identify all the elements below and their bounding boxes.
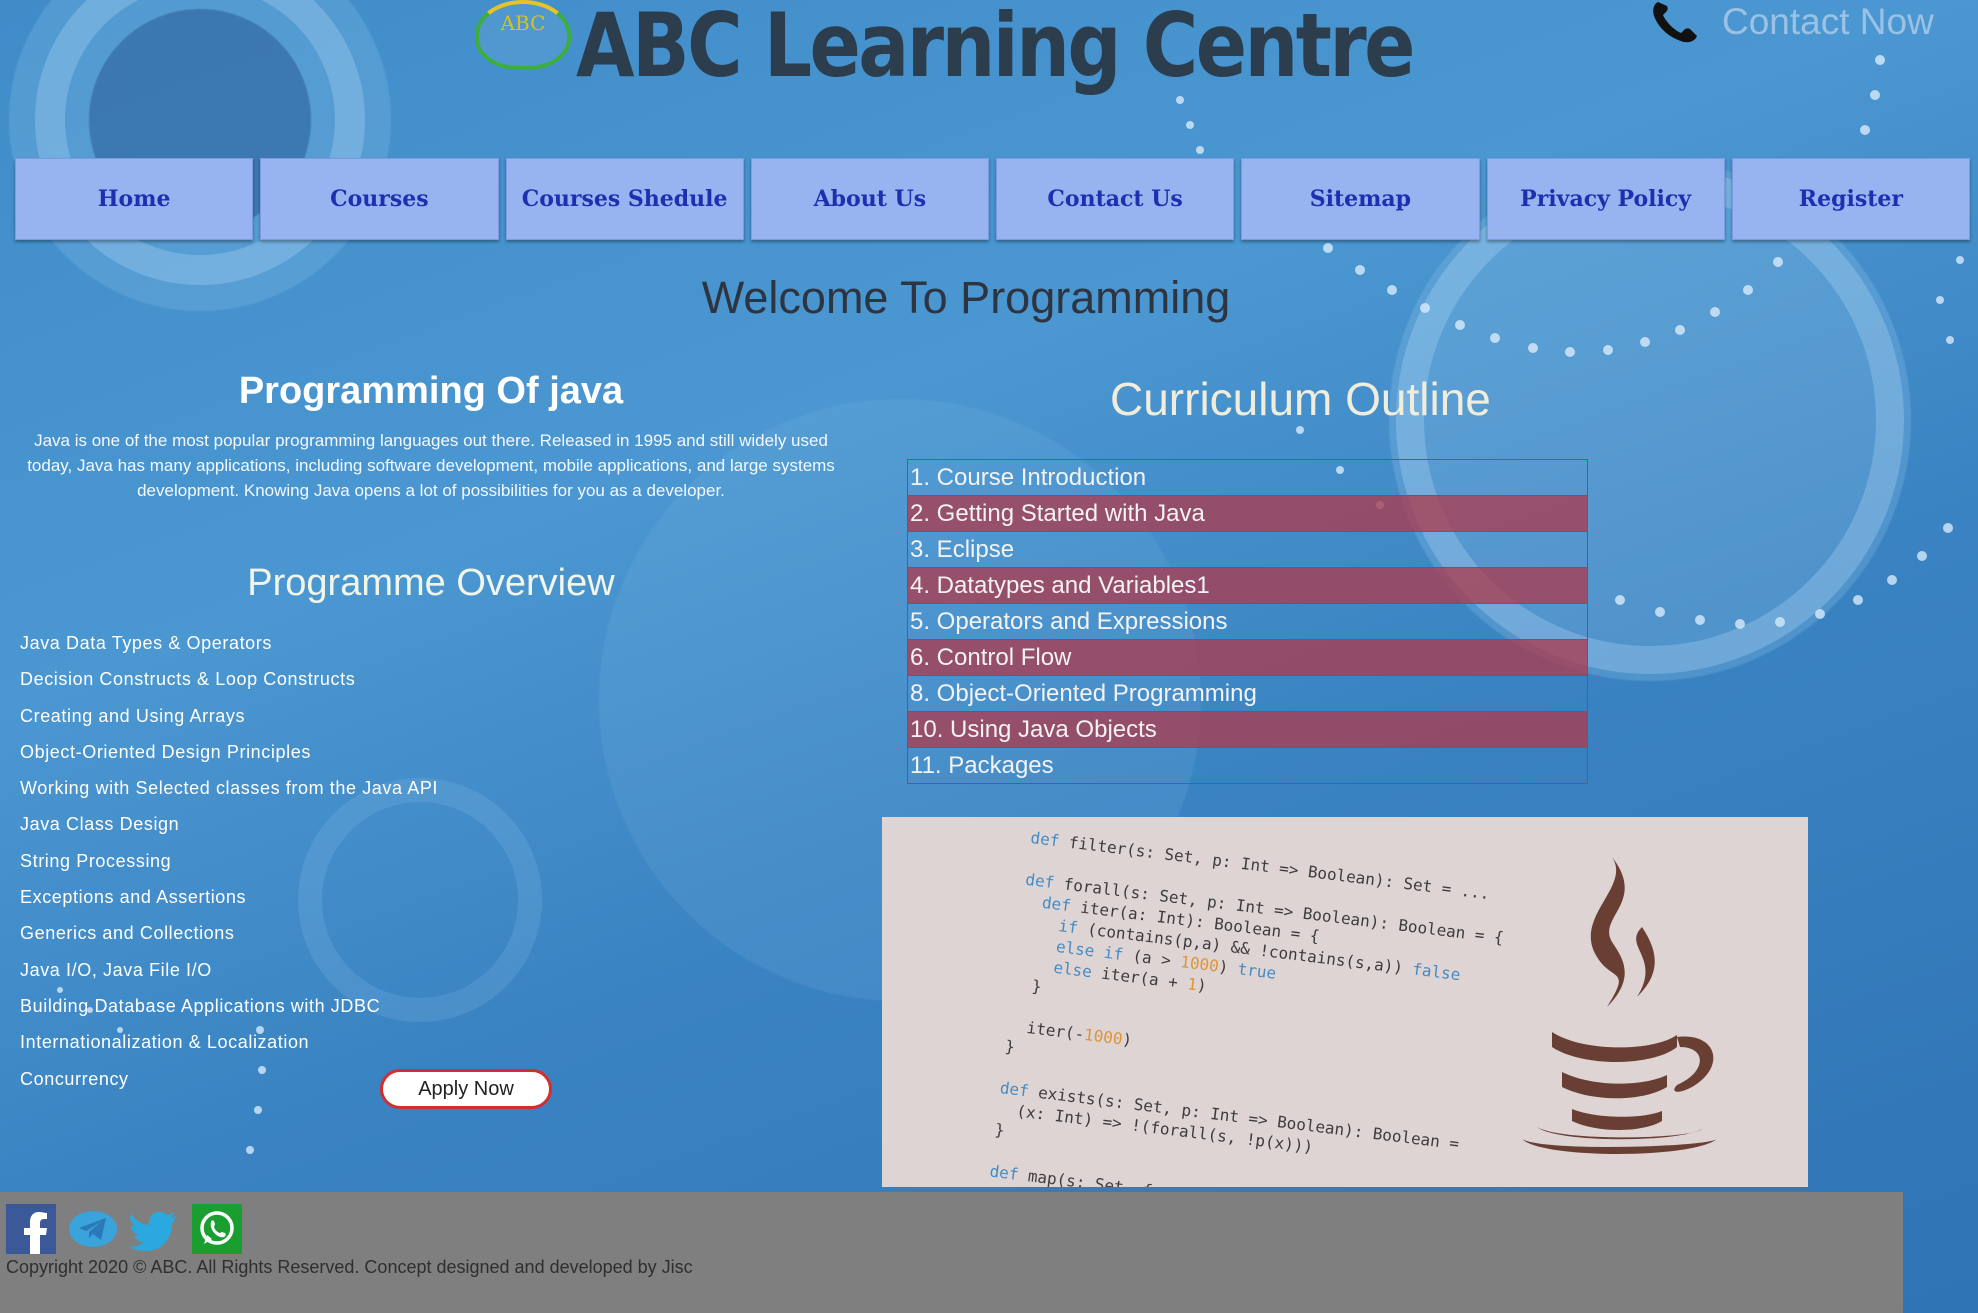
overview-item: Java Class Design <box>20 814 180 835</box>
curriculum-item: 4. Datatypes and Variables1 <box>907 567 1588 604</box>
curriculum-row: 8. Object-Oriented Programming <box>907 675 1588 712</box>
curriculum-row: 1. Course Introduction <box>907 459 1588 496</box>
overview-item: Creating and Using Arrays <box>20 705 246 726</box>
curriculum-row: 3. Eclipse <box>907 531 1588 568</box>
nav-home[interactable]: Home <box>15 158 254 240</box>
main-nav: Home Courses Courses Shedule About Us Co… <box>15 158 1970 240</box>
curriculum-table: 1. Course Introduction 2. Getting Starte… <box>907 459 1588 784</box>
social-links <box>6 1204 242 1254</box>
twitter-icon[interactable] <box>130 1204 180 1254</box>
curriculum-item: 3. Eclipse <box>907 531 1588 568</box>
code-snippet-picture: def filter(s: Set, p: Int => Boolean): S… <box>988 827 1505 1187</box>
curriculum-row: 6. Control Flow <box>907 639 1588 676</box>
curriculum-item: 11. Packages <box>907 747 1588 784</box>
welcome-heading: Welcome To Programming <box>701 272 1231 323</box>
nav-privacy-policy[interactable]: Privacy Policy <box>1486 158 1725 240</box>
overview-title: Programme Overview <box>247 562 615 604</box>
overview-item: Internationalization & Localization <box>20 1032 310 1053</box>
overview-item: Java I/O, Java File I/O <box>20 959 212 980</box>
nav-courses-schedule[interactable]: Courses Shedule <box>505 158 744 240</box>
whatsapp-icon[interactable] <box>192 1204 242 1254</box>
java-coffee-cup-icon <box>1522 857 1717 1154</box>
curriculum-item: 5. Operators and Expressions <box>907 603 1588 640</box>
overview-item: Decision Constructs & Loop Constructs <box>20 669 356 690</box>
overview-item: Building Database Applications with JDBC <box>20 995 381 1016</box>
curriculum-title: Curriculum Outline <box>1110 373 1491 425</box>
site-header: ABC ABC Learning Centre Contact Now <box>0 0 1978 140</box>
nav-contact-us[interactable]: Contact Us <box>996 158 1235 240</box>
overview-item: String Processing <box>20 850 172 871</box>
overview-item: Object-Oriented Design Principles <box>20 741 311 762</box>
curriculum-row: 4. Datatypes and Variables1 <box>907 567 1588 604</box>
site-title: ABC Learning Centre <box>576 0 1415 97</box>
curriculum-item: 6. Control Flow <box>907 639 1588 676</box>
contact-now-link[interactable]: Contact Now <box>1650 0 1934 44</box>
site-logo[interactable]: ABC <box>475 0 571 70</box>
site-footer: Copyright 2020 © ABC. All Rights Reserve… <box>0 1192 1903 1313</box>
logo-text: ABC <box>500 11 546 35</box>
java-title: Programming Of java <box>238 370 624 412</box>
java-description: Java is one of the most popular programm… <box>27 431 835 500</box>
overview-item: Exceptions and Assertions <box>20 887 247 908</box>
copyright-text: Copyright 2020 © ABC. All Rights Reserve… <box>6 1257 693 1277</box>
overview-item: Generics and Collections <box>20 923 235 944</box>
apply-now-button[interactable]: Apply Now <box>380 1069 552 1109</box>
curriculum-item: 1. Course Introduction <box>907 459 1588 496</box>
overview-item: Working with Selected classes from the J… <box>20 778 439 799</box>
curriculum-row: 5. Operators and Expressions <box>907 603 1588 640</box>
overview-list: Java Data Types & Operators Decision Con… <box>20 628 438 1100</box>
facebook-icon[interactable] <box>6 1204 56 1254</box>
overview-item: Java Data Types & Operators <box>20 633 272 653</box>
java-code-image: def filter(s: Set, p: Int => Boolean): S… <box>882 817 1808 1187</box>
curriculum-row: 11. Packages <box>907 747 1588 784</box>
nav-sitemap[interactable]: Sitemap <box>1241 158 1480 240</box>
curriculum-item: 8. Object-Oriented Programming <box>907 675 1588 712</box>
contact-now-label: Contact Now <box>1722 1 1934 42</box>
phone-icon <box>1653 2 1697 43</box>
curriculum-item: 2. Getting Started with Java <box>907 495 1588 532</box>
curriculum-item: 10. Using Java Objects <box>907 711 1588 748</box>
nav-about-us[interactable]: About Us <box>750 158 989 240</box>
overview-item: Concurrency <box>20 1068 129 1089</box>
telegram-icon[interactable] <box>68 1204 118 1254</box>
curriculum-row: 2. Getting Started with Java <box>907 495 1588 532</box>
nav-courses[interactable]: Courses <box>260 158 499 240</box>
nav-register[interactable]: Register <box>1731 158 1970 240</box>
curriculum-row: 10. Using Java Objects <box>907 711 1588 748</box>
